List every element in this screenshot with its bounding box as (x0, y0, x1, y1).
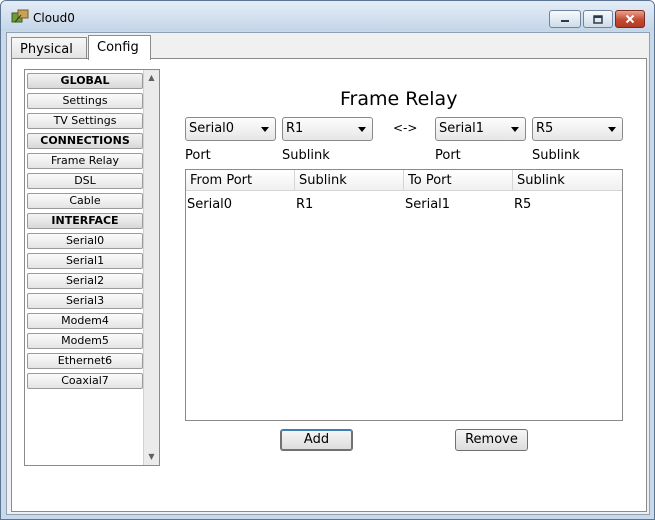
sidebar-scrollbar[interactable]: ▲ ▼ (143, 70, 159, 465)
chevron-down-icon (511, 127, 519, 132)
column-header-to-port[interactable]: To Port (404, 170, 513, 191)
maximize-icon (593, 14, 603, 24)
sidebar-item-serial1[interactable]: Serial1 (27, 253, 143, 269)
config-sidebar: GLOBAL Settings TV Settings CONNECTIONS … (24, 69, 160, 466)
client-area: Physical Config GLOBAL Settings TV Setti… (6, 32, 650, 515)
to-port-label: Port (435, 148, 461, 163)
tab-label: Config (97, 40, 139, 55)
to-sublink-value: R5 (536, 121, 554, 136)
table-cell-to-port: Serial1 (405, 197, 451, 212)
column-header-to-sublink[interactable]: Sublink (513, 170, 622, 191)
column-header-from-sublink[interactable]: Sublink (295, 170, 404, 191)
sidebar-item-coaxial7[interactable]: Coaxial7 (27, 373, 143, 389)
column-header-from-port[interactable]: From Port (186, 170, 295, 191)
window-title: Cloud0 (33, 11, 75, 25)
table-cell-from-port: Serial0 (187, 197, 233, 212)
sidebar-item-modem4[interactable]: Modem4 (27, 313, 143, 329)
sidebar-item-tv-settings[interactable]: TV Settings (27, 113, 143, 129)
remove-button[interactable]: Remove (455, 429, 528, 451)
add-button[interactable]: Add (280, 429, 353, 451)
from-sublink-value: R1 (286, 121, 304, 136)
sidebar-item-settings[interactable]: Settings (27, 93, 143, 109)
scroll-down-icon[interactable]: ▼ (144, 449, 159, 465)
cloud-config-window: Cloud0 Physical Config GLOBAL Settings T… (0, 0, 655, 520)
sidebar-header-global[interactable]: GLOBAL (27, 73, 143, 89)
from-port-select[interactable]: Serial0 (185, 117, 276, 141)
minimize-button[interactable] (549, 10, 581, 28)
from-port-value: Serial0 (189, 121, 235, 136)
to-sublink-label: Sublink (532, 148, 580, 163)
sidebar-item-serial3[interactable]: Serial3 (27, 293, 143, 309)
chevron-down-icon (261, 127, 269, 132)
to-sublink-select[interactable]: R5 (532, 117, 623, 141)
page-title: Frame Relay (340, 88, 458, 110)
sidebar-header-interface[interactable]: INTERFACE (27, 213, 143, 229)
chevron-down-icon (358, 127, 366, 132)
title-bar[interactable]: Cloud0 (1, 1, 654, 31)
tab-physical[interactable]: Physical (11, 37, 87, 59)
sidebar-item-frame-relay[interactable]: Frame Relay (27, 153, 143, 169)
table-cell-to-sublink: R5 (514, 197, 532, 212)
sidebar-item-cable[interactable]: Cable (27, 193, 143, 209)
sidebar-item-serial0[interactable]: Serial0 (27, 233, 143, 249)
sidebar-item-dsl[interactable]: DSL (27, 173, 143, 189)
minimize-icon (561, 20, 569, 22)
sidebar-item-ethernet6[interactable]: Ethernet6 (27, 353, 143, 369)
close-button[interactable] (615, 10, 645, 28)
from-sublink-label: Sublink (282, 148, 330, 163)
to-port-select[interactable]: Serial1 (435, 117, 526, 141)
chevron-down-icon (608, 127, 616, 132)
frame-relay-table: From Port Sublink To Port Sublink Serial… (185, 169, 623, 421)
tab-label: Physical (20, 42, 73, 57)
swap-symbol: <-> (393, 121, 418, 135)
cloud-network-icon (11, 9, 29, 23)
table-header: From Port Sublink To Port Sublink (186, 170, 622, 191)
sidebar-item-serial2[interactable]: Serial2 (27, 273, 143, 289)
tab-config[interactable]: Config (88, 35, 151, 60)
table-cell-from-sublink: R1 (296, 197, 314, 212)
scroll-up-icon[interactable]: ▲ (144, 70, 159, 86)
from-sublink-select[interactable]: R1 (282, 117, 373, 141)
from-port-label: Port (185, 148, 211, 163)
close-icon (625, 14, 635, 24)
to-port-value: Serial1 (439, 121, 485, 136)
sidebar-header-connections[interactable]: CONNECTIONS (27, 133, 143, 149)
maximize-button[interactable] (583, 10, 613, 28)
config-panel: GLOBAL Settings TV Settings CONNECTIONS … (11, 58, 647, 512)
sidebar-item-modem5[interactable]: Modem5 (27, 333, 143, 349)
